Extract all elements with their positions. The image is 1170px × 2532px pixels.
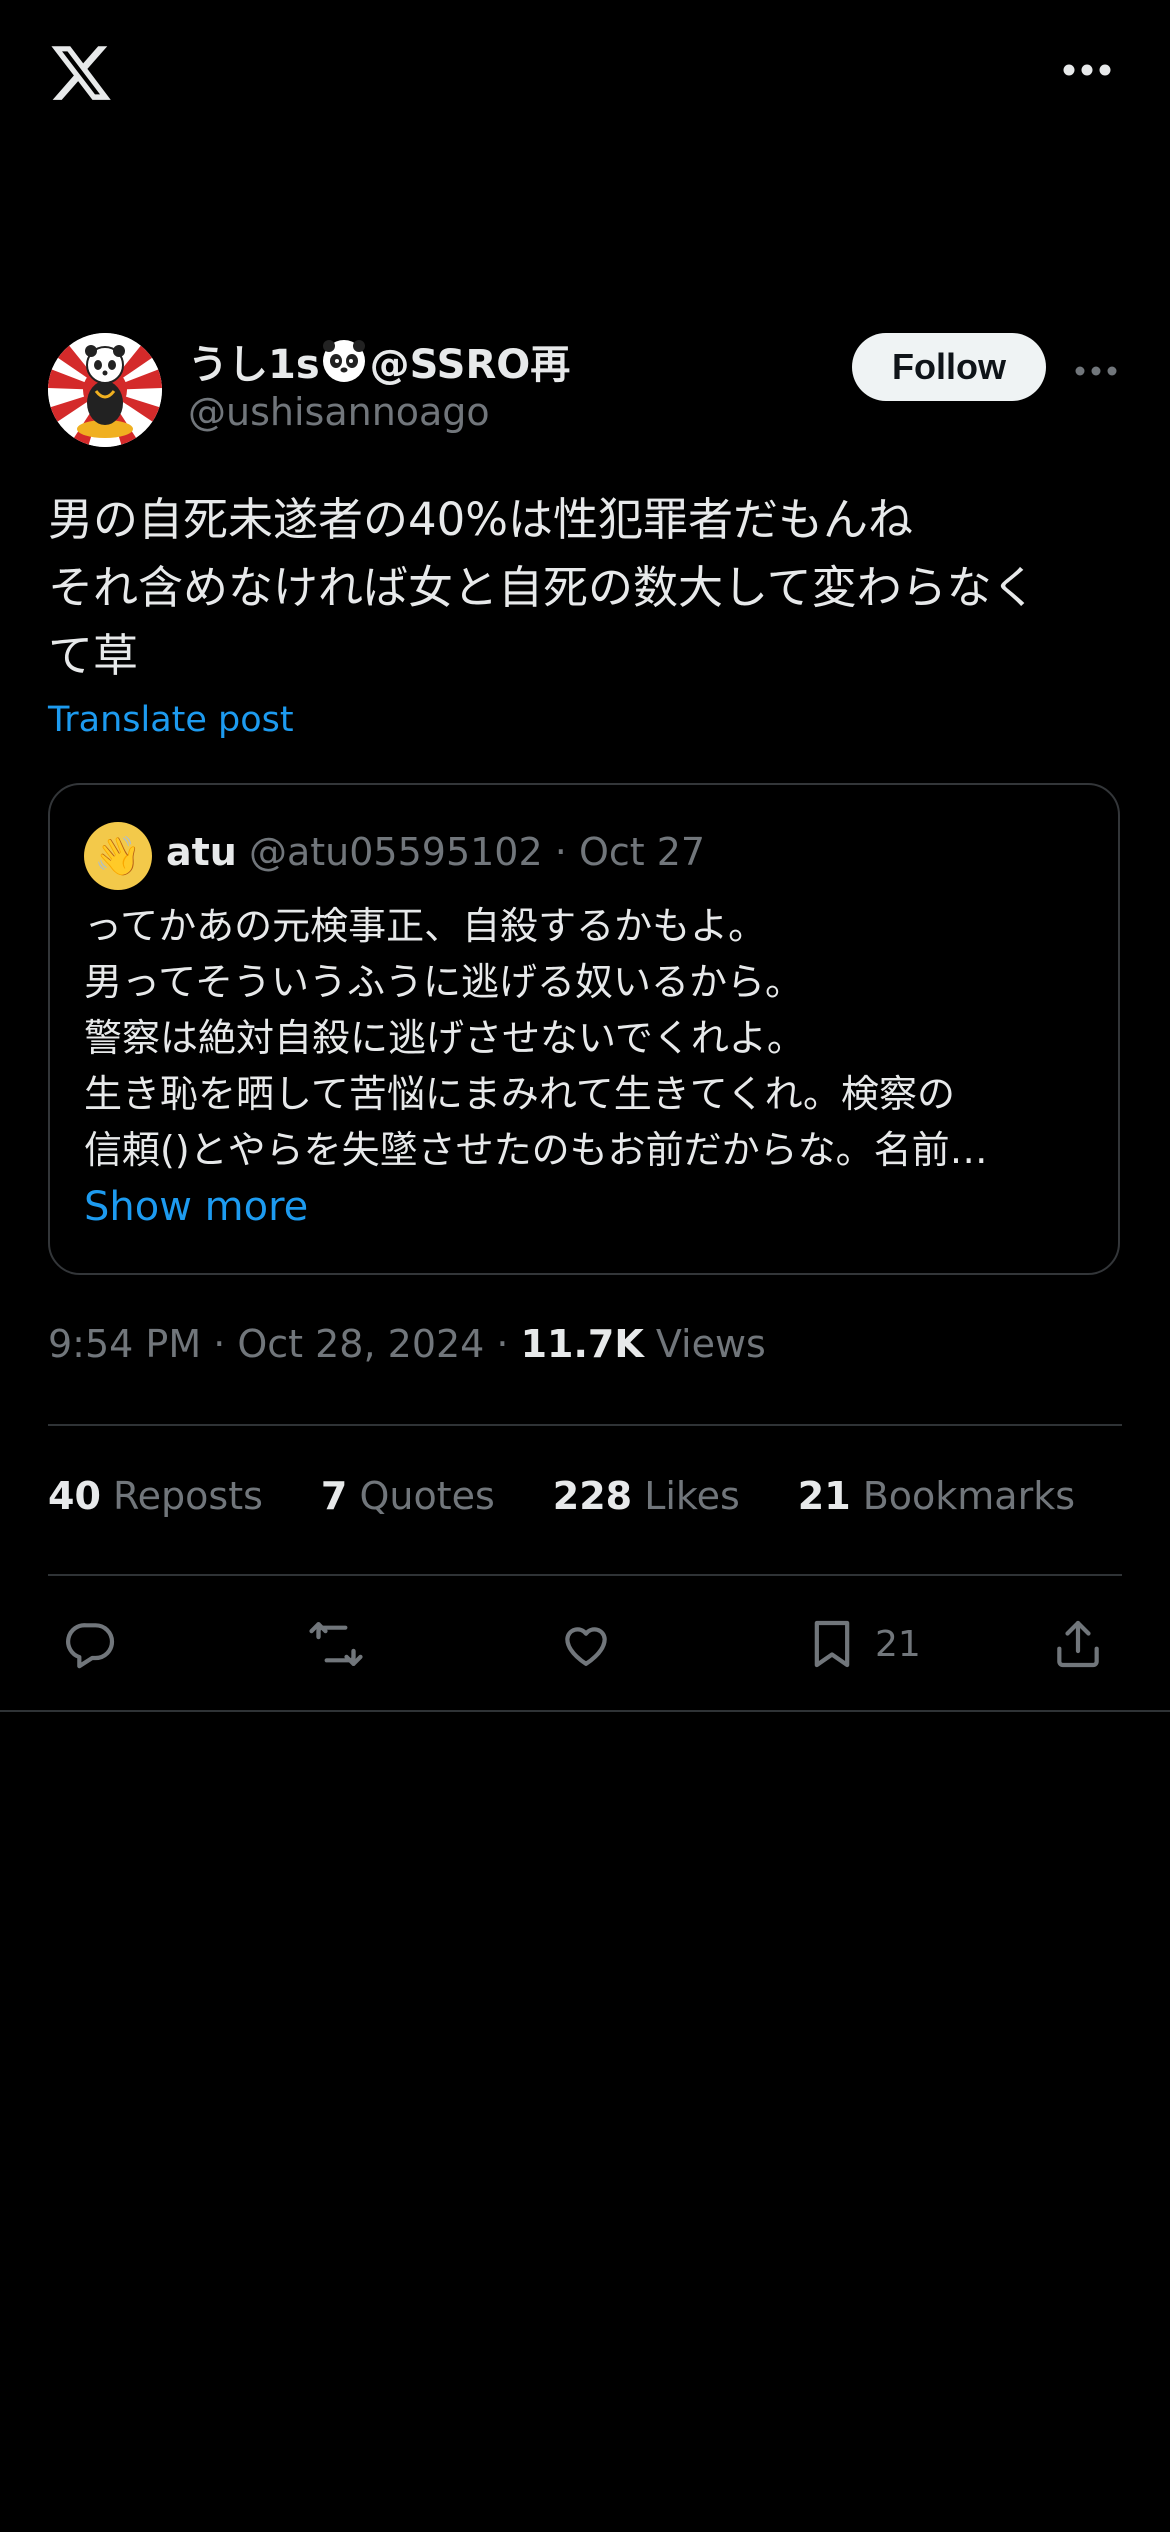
quote-author-handle[interactable]: @atu05595102	[249, 830, 543, 874]
x-logo-icon[interactable]	[46, 40, 116, 106]
quote-author-name[interactable]: atu	[166, 830, 237, 874]
separator-dot: ·	[554, 830, 567, 874]
follow-button[interactable]: Follow	[852, 333, 1046, 401]
time-date[interactable]: 9:54 PM · Oct 28, 2024 ·	[48, 1322, 521, 1366]
post-text-line: て草	[48, 629, 139, 682]
display-name-suffix: @SSRO再	[369, 342, 571, 388]
divider	[48, 1574, 1122, 1576]
likes-stat[interactable]: 228 Likes	[553, 1474, 740, 1518]
quote-text: ってかあの元検事正、自殺するかもよ。 男ってそういうふうに逃げる奴いるから。 警…	[84, 898, 1094, 1178]
bookmark-icon[interactable]	[804, 1616, 860, 1672]
divider	[0, 1710, 1170, 1712]
post-text-line: 男の自死未遂者の40%は性犯罪者だもんね	[48, 493, 914, 546]
post-more-options-icon[interactable]	[1075, 362, 1117, 376]
quote-avatar[interactable]: 👋	[84, 822, 152, 890]
views-count: 11.7K	[520, 1322, 644, 1366]
repost-icon[interactable]	[308, 1616, 364, 1672]
engagement-stats: 40 Reposts 7 Quotes 228 Likes 21 Bookmar…	[48, 1474, 1133, 1518]
reply-icon[interactable]	[63, 1616, 119, 1672]
user-handle[interactable]: @ushisannoago	[188, 390, 490, 434]
panda-emoji-icon	[322, 339, 366, 383]
show-more-link[interactable]: Show more	[84, 1184, 308, 1230]
avatar[interactable]	[48, 333, 162, 447]
display-name-prefix: うし1s	[188, 342, 320, 388]
translate-post-link[interactable]: Translate post	[48, 700, 294, 740]
post-text: 男の自死未遂者の40%は性犯罪者だもんね それ含めなければ女と自死の数大して変わ…	[48, 486, 1128, 690]
quote-header: atu @atu05595102 · Oct 27	[166, 826, 705, 878]
quote-text-line: ってかあの元検事正、自殺するかもよ。	[84, 904, 767, 948]
post-text-line: それ含めなければ女と自死の数大して変わらなく	[48, 561, 1037, 614]
quote-text-line: 信頼()とやらを失墜させたのもお前だからな。名前…	[84, 1128, 988, 1172]
like-icon[interactable]	[558, 1616, 614, 1672]
post-timestamp: 9:54 PM · Oct 28, 2024 · 11.7K Views	[48, 1322, 766, 1366]
share-icon[interactable]	[1050, 1616, 1106, 1672]
quotes-stat[interactable]: 7 Quotes	[321, 1474, 495, 1518]
views-label: Views	[643, 1322, 766, 1366]
quote-date[interactable]: Oct 27	[579, 830, 705, 874]
quote-text-line: 男ってそういうふうに逃げる奴いるから。	[84, 960, 803, 1004]
display-name[interactable]: うし1s @SSRO再	[188, 332, 570, 390]
bookmark-count: 21	[875, 1624, 921, 1665]
reposts-stat[interactable]: 40 Reposts	[48, 1474, 263, 1518]
more-options-icon[interactable]	[1063, 62, 1111, 76]
divider	[48, 1424, 1122, 1426]
quote-text-line: 警察は絶対自殺に逃げさせないでくれよ。	[84, 1016, 805, 1060]
bookmarks-stat[interactable]: 21 Bookmarks	[798, 1474, 1075, 1518]
quote-text-line: 生き恥を晒して苦悩にまみれて生きてくれ。検察の	[84, 1072, 955, 1116]
